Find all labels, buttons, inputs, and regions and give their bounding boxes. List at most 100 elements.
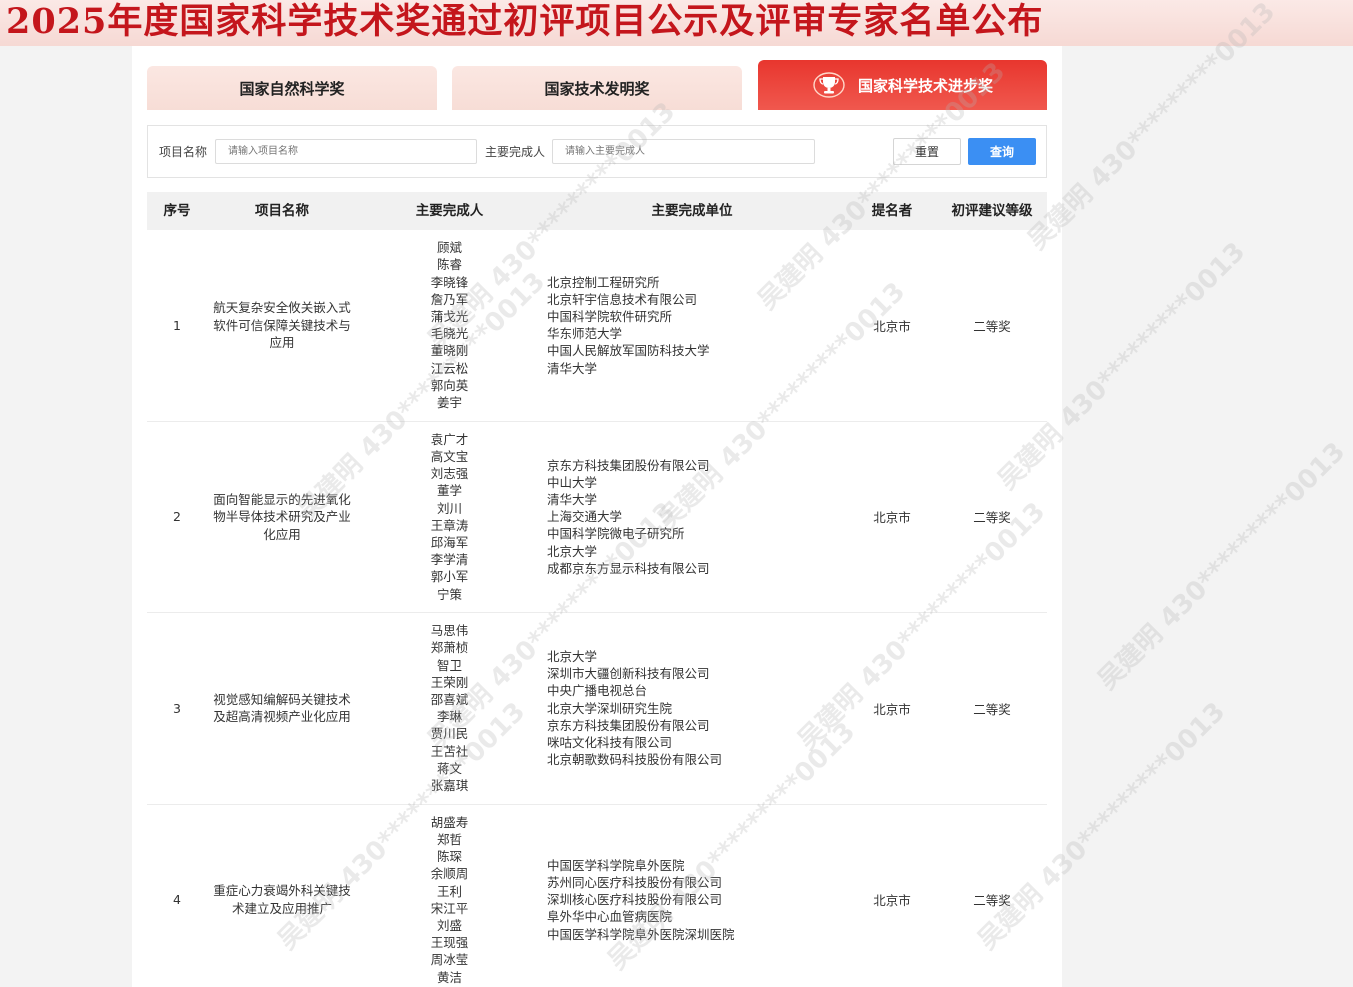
unit-name: 成都京东方显示科技有限公司 [547,560,710,576]
header-project-name: 项目名称 [255,203,309,219]
person-name: 袁广才 [430,431,469,447]
unit-name: 中央广播电视总台 [547,683,648,699]
person-name: 邵喜斌 [430,692,469,708]
row-grade: 二等奖 [973,510,1011,526]
row-grade: 二等奖 [973,318,1011,334]
project-name-input[interactable] [215,139,477,164]
unit-name: 北京控制工程研究所 [547,274,660,290]
header-nominator: 提名者 [871,203,913,219]
person-name: 董学 [436,483,462,499]
row-project-name: 视觉感知编解码关键技术及超高清视频产业化应用 [213,691,351,725]
person-name: 郭向英 [430,377,469,393]
project-name-label: 项目名称 [159,145,208,159]
unit-name: 中山大学 [547,474,598,490]
reset-button[interactable]: 重置 [893,138,961,165]
header-main-units: 主要完成单位 [651,203,733,219]
person-name: 郑哲 [436,831,462,847]
unit-name: 上海交通大学 [547,509,623,525]
person-name: 毛晓光 [430,326,469,342]
announcement-banner: 2025年度国家科学技术奖通过初评项目公示及评审专家名单公布 [0,0,1353,46]
row-project-name: 面向智能显示的先进氧化物半导体技术研究及产业化应用 [213,491,351,542]
person-name: 郑萧桢 [430,640,469,656]
person-name: 刘盛 [436,917,462,933]
row-main-people: 马思伟 郑萧桢 智卫 王荣刚 邵喜斌 李琳 贾川民 王苫社 蒋文 张嘉琪 [397,613,502,804]
results-table: 序号 项目名称 主要完成人 主要完成单位 提名者 初评建议等级 1 航天复杂安全攸… [147,192,1047,987]
unit-name: 深圳核心医疗科技股份有限公司 [547,892,723,908]
unit-name: 中国医学科学院阜外医院 [547,857,685,873]
row-nominator: 北京市 [873,701,911,717]
unit-name: 北京轩宇信息技术有限公司 [547,291,698,307]
watermark-text: 吴建明 430*********0013 [1092,436,1352,696]
row-main-people: 袁广才 高文宝 刘志强 董学 刘川 王章涛 邱海军 李学清 郭小军 宁策 [397,422,502,613]
unit-name: 中国人民解放军国防科技大学 [547,343,710,359]
person-name: 周冰莹 [430,952,469,968]
person-name: 王现强 [430,935,469,951]
unit-name: 华东师范大学 [547,326,623,342]
person-name: 李学清 [430,552,469,568]
main-person-label: 主要完成人 [485,145,546,159]
row-nominator: 北京市 [873,318,911,334]
person-name: 陈睿 [436,257,462,273]
main-person-input[interactable] [552,139,815,164]
person-name: 江云松 [430,360,469,376]
table-row: 2 面向智能显示的先进氧化物半导体技术研究及产业化应用 袁广才 高文宝 刘志强 董学 刘川王… [147,421,1047,613]
person-name: 李晓锋 [430,274,469,290]
unit-name: 阜外华中心血管病医院 [547,909,673,925]
main-content: 国家自然科学奖 国家技术发明奖 国家科学技术进步奖 项目名称 主要完成人 [132,0,1351,987]
person-name: 詹乃军 [430,291,469,307]
person-name: 蒋文 [436,760,462,776]
unit-name: 深圳市大疆创新科技有限公司 [547,666,710,682]
table-row: 3 视觉感知编解码关键技术及超高清视频产业化应用 马思伟 郑萧桢 智卫 王荣刚 邵喜斌 李琳贾… [147,613,1047,805]
table-body: 1 航天复杂安全攸关嵌入式软件可信保障关键技术与应用 顾斌 陈睿 李晓锋 詹乃军 蒲戈光 毛晓… [147,230,1047,987]
unit-name: 北京朝歌数码科技股份有限公司 [547,752,723,768]
person-name: 刘川 [436,500,462,516]
row-seq: 3 [173,700,181,716]
person-name: 蒲戈光 [430,309,469,325]
row-nominator: 北京市 [873,510,911,526]
person-name: 胡盛寿 [430,814,469,830]
unit-name: 京东方科技集团股份有限公司 [547,717,710,733]
person-name: 王荣刚 [430,674,469,690]
person-name: 贾川民 [430,726,469,742]
row-main-people: 胡盛寿 郑哲 陈琛 余顺周 王利 宋江平 刘盛 王现强 周冰莹 黄洁 [397,805,502,987]
unit-name: 北京大学 [547,649,598,665]
tab-sci-tech-progress[interactable]: 国家科学技术进步奖 [758,60,1047,110]
table-header: 序号 项目名称 主要完成人 主要完成单位 提名者 初评建议等级 [147,192,1047,230]
row-main-people: 顾斌 陈睿 李晓锋 詹乃军 蒲戈光 毛晓光 董晓刚 江云松 郭向英 姜宇 [397,230,502,421]
tab-natural-science[interactable]: 国家自然科学奖 [147,66,437,110]
row-nominator: 北京市 [873,893,911,909]
unit-name: 清华大学 [547,491,598,507]
person-name: 董晓刚 [430,343,469,359]
tab-technological-invention[interactable]: 国家技术发明奖 [452,66,742,110]
unit-name: 北京大学 [547,543,598,559]
person-name: 高文宝 [430,448,469,464]
person-name: 余顺周 [430,866,469,882]
person-name: 宋江平 [430,900,469,916]
banner-title: 2025年度国家科学技术奖通过初评项目公示及评审专家名单公布 [6,1,1044,42]
tab-label: 国家科学技术进步奖 [857,76,993,95]
person-name: 陈琛 [436,849,462,865]
unit-name: 中国科学院微电子研究所 [547,526,685,542]
person-name: 马思伟 [430,623,469,639]
query-button[interactable]: 查询 [968,138,1036,165]
person-name: 智卫 [436,657,462,673]
person-name: 张嘉琪 [430,778,469,794]
tab-label: 国家技术发明奖 [544,79,650,98]
table-row: 1 航天复杂安全攸关嵌入式软件可信保障关键技术与应用 顾斌 陈睿 李晓锋 詹乃军 蒲戈光 毛晓… [147,230,1047,422]
person-name: 王利 [436,883,462,899]
row-main-units: 中国医学科学院阜外医院 苏州同心医疗科技股份有限公司 深圳核心医疗科技股份有限公司阜… [547,805,817,987]
unit-name: 中国医学科学院阜外医院深圳医院 [547,926,735,942]
unit-name: 苏州同心医疗科技股份有限公司 [547,874,723,890]
person-name: 郭小军 [430,569,469,585]
row-grade: 二等奖 [973,893,1011,909]
person-name: 顾斌 [436,240,462,256]
search-bar: 项目名称 主要完成人 重置 查询 [147,125,1047,178]
unit-name: 北京大学深圳研究生院 [547,700,673,716]
row-main-units: 北京控制工程研究所 北京轩宇信息技术有限公司 中国科学院软件研究所 华东师范大学 中国人… [547,230,817,421]
person-name: 邱海军 [430,534,469,550]
row-seq: 2 [173,509,181,525]
person-name: 刘志强 [430,466,469,482]
row-main-units: 京东方科技集团股份有限公司 中山大学 清华大学 上海交通大学 中国科学院微电子研究所 北京… [547,422,817,613]
award-tabs: 国家自然科学奖 国家技术发明奖 国家科学技术进步奖 [147,60,1047,112]
row-seq: 4 [173,892,181,908]
